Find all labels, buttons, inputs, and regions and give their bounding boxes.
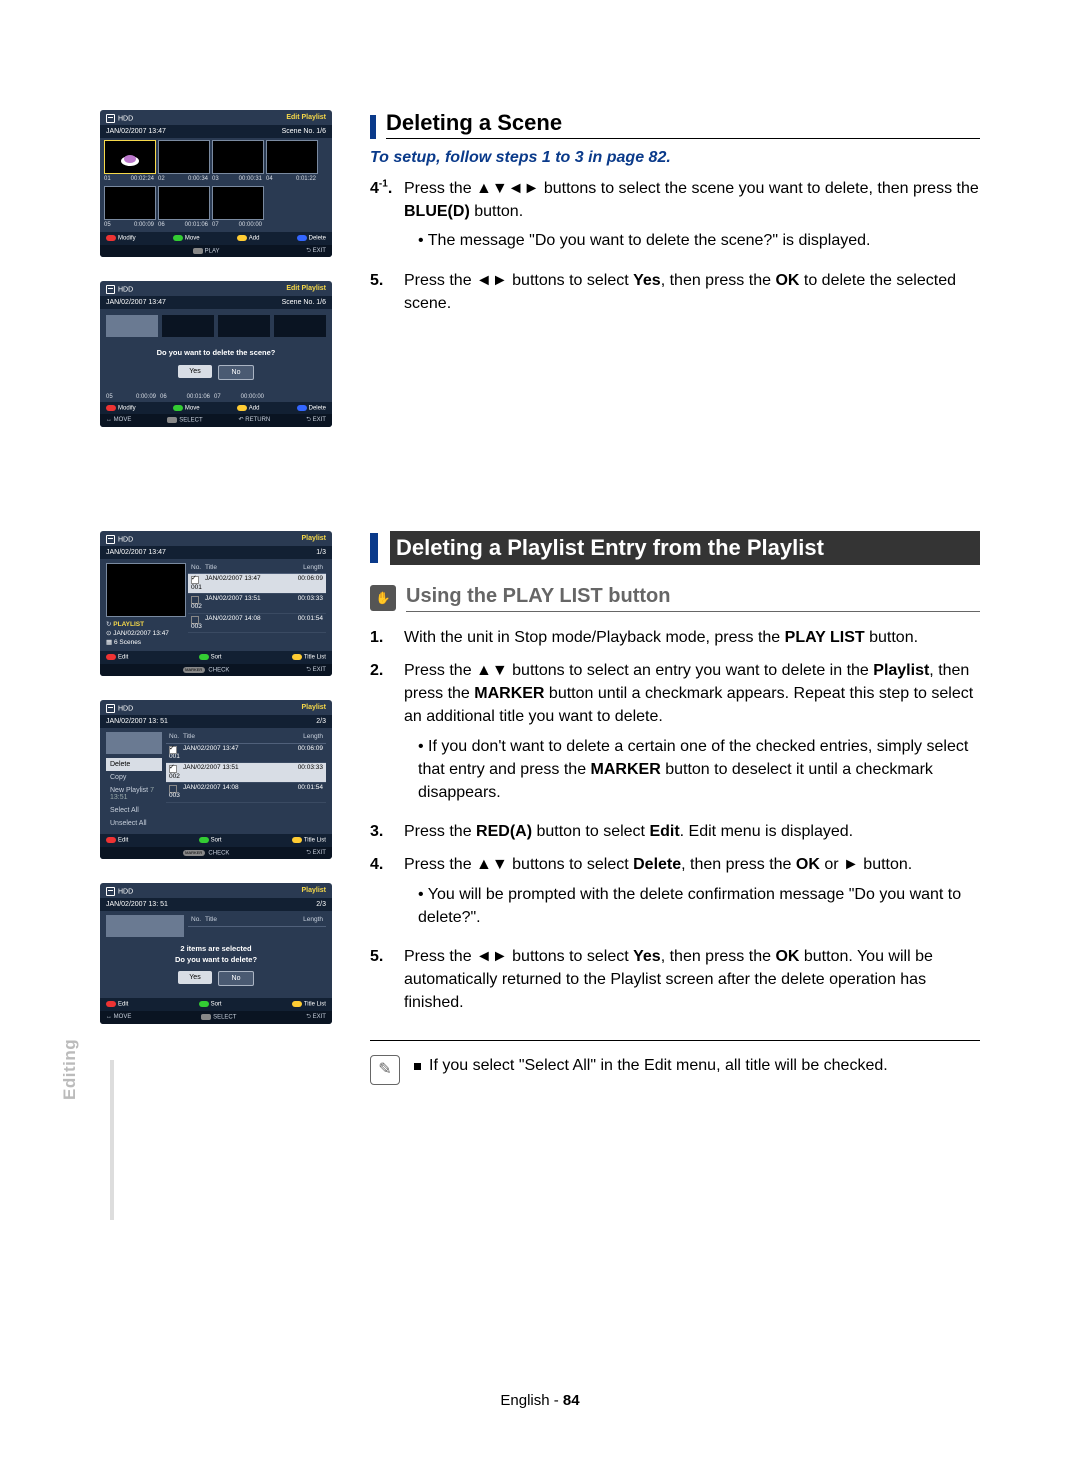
subsection-title: Using the PLAY LIST button [406, 585, 980, 612]
osd-title: Edit Playlist [286, 114, 326, 123]
osd-playlist: HDD Playlist JAN/02/2007 13:47 1/3 ↻ PLA… [100, 531, 332, 676]
scene-cell[interactable]: 0100:02:24 [104, 140, 154, 182]
hdd-icon [106, 285, 115, 294]
menu-item-new-playlist[interactable]: New Playlist 7 13:51 [106, 784, 162, 804]
playlist-row[interactable]: 002JAN/02/2007 13:5100:03:33 [188, 594, 326, 614]
scene-cell[interactable]: 0600:01:06 [158, 186, 208, 228]
step-item: 5. Press the ◄► buttons to select Yes, t… [370, 269, 980, 315]
playlist-thumbnail [106, 563, 186, 617]
step-bullet: The message "Do you want to delete the s… [418, 229, 980, 252]
confirm-message: Do you want to delete? [100, 956, 332, 964]
menu-item-copy[interactable]: Copy [106, 771, 162, 784]
marker-key-icon: MARKER [183, 667, 205, 673]
step-item: 1. With the unit in Stop mode/Playback m… [370, 626, 980, 649]
scene-cell[interactable]: 020:00:34 [158, 140, 208, 182]
scene-cell[interactable]: 0300:00:31 [212, 140, 262, 182]
menu-item-select-all[interactable]: Select All [106, 804, 162, 817]
note-icon: ✎ [370, 1055, 400, 1085]
step-item: 2. Press the ▲▼ buttons to select an ent… [370, 659, 980, 810]
no-button[interactable]: No [218, 971, 254, 986]
yellow-pill-icon [237, 235, 247, 241]
play-key-icon [193, 248, 203, 254]
playlist-row[interactable]: 003JAN/02/2007 14:0800:01:54 [188, 614, 326, 634]
osd-delete-scene-confirm: HDD Edit Playlist JAN/02/2007 13:47 Scen… [100, 281, 332, 427]
yes-button[interactable]: Yes [178, 971, 212, 984]
osd-playlist-delete-confirm: HDD Playlist JAN/02/2007 13: 51 2/3 No.T… [100, 883, 332, 1023]
playlist-row[interactable]: 001JAN/02/2007 13:4700:06:09 [188, 574, 326, 594]
osd-source: HDD [118, 115, 133, 122]
blue-pill-icon [297, 235, 307, 241]
no-button[interactable]: No [218, 365, 254, 380]
osd-scene-counter: Scene No. 1/6 [282, 128, 326, 135]
page-footer: English - 84 [0, 1392, 1080, 1409]
sidebar-chapter-label: Editing [60, 1039, 80, 1100]
hand-icon: ✋ [370, 585, 396, 611]
section-title: Deleting a Playlist Entry from the Playl… [390, 531, 980, 565]
red-pill-icon [106, 235, 116, 241]
hdd-icon [106, 114, 115, 123]
confirm-message: Do you want to delete the scene? [100, 337, 332, 365]
sidebar-tab [90, 1060, 114, 1220]
confirm-count: 2 items are selected [100, 945, 332, 953]
green-pill-icon [173, 235, 183, 241]
scene-cell[interactable]: 050:00:09 [104, 186, 154, 228]
step-item: 4. Press the ▲▼ buttons to select Delete… [370, 853, 980, 935]
section-title: Deleting a Scene [386, 110, 562, 135]
setup-note: To setup, follow steps 1 to 3 in page 82… [370, 149, 980, 167]
osd-playlist-edit-menu: HDD Playlist JAN/02/2007 13: 51 2/3 Dele… [100, 700, 332, 859]
step-bullet: If you don't want to delete a certain on… [418, 735, 980, 805]
step-item: 5. Press the ◄► buttons to select Yes, t… [370, 945, 980, 1015]
step-item: 3. Press the RED(A) button to select Edi… [370, 820, 980, 843]
menu-item-delete[interactable]: Delete [106, 758, 162, 771]
scene-cell[interactable]: 0700:00:00 [212, 186, 262, 228]
menu-item-unselect-all[interactable]: Unselect All [106, 817, 162, 830]
step-item: 4-1. Press the ▲▼◄► buttons to select th… [370, 177, 980, 259]
step-bullet: You will be prompted with the delete con… [418, 883, 980, 929]
playlist-row[interactable]: 002JAN/02/2007 13:5100:03:33 [166, 763, 326, 783]
scene-cell[interactable]: 040:01:22 [266, 140, 316, 182]
playlist-row[interactable]: 003JAN/02/2007 14:0800:01:54 [166, 783, 326, 803]
yes-button[interactable]: Yes [178, 365, 212, 378]
note-block: ✎ If you select "Select All" in the Edit… [370, 1040, 980, 1085]
osd-edit-playlist-grid: HDD Edit Playlist JAN/02/2007 13:47 Scen… [100, 110, 332, 257]
section-accent-bar [370, 115, 376, 139]
section-accent-bar [370, 533, 378, 563]
osd-date: JAN/02/2007 13:47 [106, 128, 166, 135]
playlist-row[interactable]: 001JAN/02/2007 13:4700:06:09 [166, 744, 326, 764]
